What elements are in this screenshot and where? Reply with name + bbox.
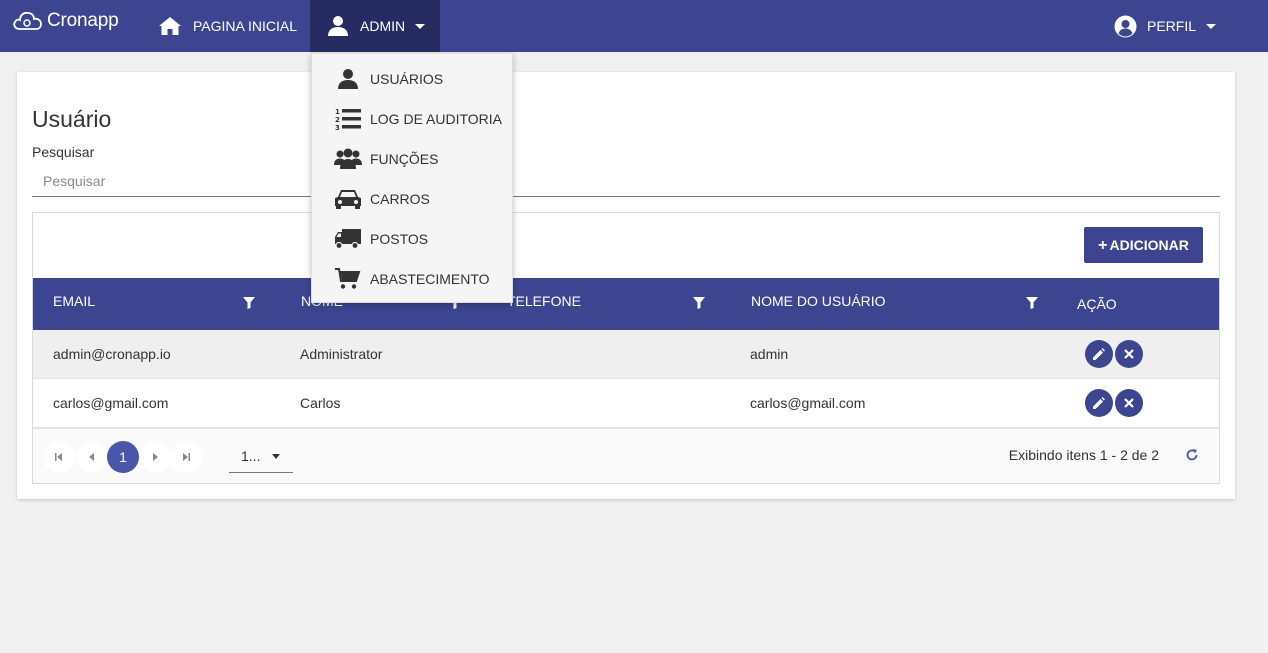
pager-info: Exibindo itens 1 - 2 de 2: [1008, 447, 1159, 463]
last-page-button[interactable]: [170, 441, 202, 473]
cloud-logo-icon: [13, 11, 42, 30]
column-header-usuario[interactable]: NOME DO USUÁRIO: [751, 275, 886, 327]
table-row[interactable]: carlos@gmail.com Carlos carlos@gmail.com: [33, 379, 1219, 428]
edit-button[interactable]: [1085, 340, 1113, 368]
menu-item-funcoes[interactable]: FUNÇÕES: [312, 139, 512, 179]
user-circle-icon: [1114, 15, 1137, 37]
prev-page-icon: [89, 453, 94, 461]
filter-icon[interactable]: [1026, 297, 1038, 309]
nav-profile-label: PERFIL: [1147, 18, 1197, 34]
menu-item-postos[interactable]: POSTOS: [312, 219, 512, 259]
caret-down-icon: [415, 23, 426, 29]
menu-item-abastecimento[interactable]: ABASTECIMENTO: [312, 259, 512, 299]
svg-text:3: 3: [335, 124, 340, 131]
cell-email: admin@cronapp.io: [53, 346, 171, 362]
cell-usuario: carlos@gmail.com: [750, 395, 866, 411]
menu-item-label: POSTOS: [370, 231, 429, 247]
refresh-icon[interactable]: [1185, 448, 1199, 462]
pencil-icon: [1093, 348, 1105, 360]
home-icon: [159, 17, 181, 35]
users-group-icon: [333, 147, 363, 171]
close-icon: [1124, 398, 1134, 408]
truck-icon: [333, 227, 363, 251]
admin-dropdown-menu: USUÁRIOS 1 2 3 LOG DE AUDITORIA FUNÇÕES …: [311, 53, 513, 303]
nav-admin-label: ADMIN: [360, 18, 406, 34]
row-actions: [1085, 379, 1143, 427]
add-button-label: ADICIONAR: [1109, 237, 1189, 253]
menu-item-label: ABASTECIMENTO: [370, 271, 490, 287]
delete-button[interactable]: [1115, 389, 1143, 417]
user-icon: [328, 16, 348, 36]
column-header-email[interactable]: EMAIL: [53, 275, 95, 327]
nav-profile[interactable]: PERFIL: [1114, 0, 1217, 52]
caret-down-icon: [1206, 23, 1217, 29]
page-size-value: 1...: [241, 447, 261, 464]
page-title: Usuário: [32, 106, 112, 132]
car-icon: [333, 187, 363, 211]
page-number-button[interactable]: 1: [107, 441, 139, 473]
menu-item-label: CARROS: [370, 191, 430, 207]
menu-item-log-auditoria[interactable]: 1 2 3 LOG DE AUDITORIA: [312, 99, 512, 139]
prev-page-button[interactable]: [76, 441, 108, 473]
user-icon: [333, 67, 363, 91]
close-icon: [1124, 349, 1134, 359]
menu-item-label: USUÁRIOS: [370, 71, 444, 87]
caret-down-icon: [272, 454, 280, 459]
search-input[interactable]: [32, 166, 1220, 197]
cell-email: carlos@gmail.com: [53, 395, 169, 411]
numbered-list-icon: 1 2 3: [333, 107, 363, 131]
cell-nome: Administrator: [300, 346, 383, 362]
column-header-telefone[interactable]: TELEFONE: [507, 275, 581, 327]
svg-text:2: 2: [335, 116, 340, 124]
svg-text:1: 1: [335, 108, 340, 116]
first-page-icon: [55, 453, 62, 461]
menu-item-usuarios[interactable]: USUÁRIOS: [312, 59, 512, 99]
search-label: Pesquisar: [32, 144, 95, 160]
users-grid: + ADICIONAR EMAIL NOME TELEFONE NOME DO …: [32, 212, 1220, 484]
content-card: Usuário Pesquisar + ADICIONAR EMAIL NOME…: [17, 72, 1235, 499]
top-navbar: Cronapp PAGINA INICIAL ADMIN PERFIL: [0, 0, 1268, 52]
brand-name: Cronapp: [47, 10, 119, 31]
nav-home-label: PAGINA INICIAL: [193, 18, 297, 34]
edit-button[interactable]: [1085, 389, 1113, 417]
menu-item-label: FUNÇÕES: [370, 151, 439, 167]
next-page-button[interactable]: [139, 441, 171, 473]
next-page-icon: [153, 453, 158, 461]
grid-toolbar: + ADICIONAR: [33, 213, 1219, 278]
pencil-icon: [1093, 397, 1105, 409]
cell-usuario: admin: [750, 346, 789, 362]
table-header: EMAIL NOME TELEFONE NOME DO USUÁRIO AÇÃO: [33, 278, 1219, 330]
nav-home[interactable]: PAGINA INICIAL: [158, 0, 297, 52]
cell-nome: Carlos: [300, 395, 341, 411]
menu-item-carros[interactable]: CARROS: [312, 179, 512, 219]
filter-icon[interactable]: [693, 297, 705, 309]
last-page-icon: [183, 453, 190, 461]
brand-logo[interactable]: Cronapp: [12, 10, 119, 32]
plus-icon: +: [1098, 236, 1108, 254]
nav-admin[interactable]: ADMIN: [310, 0, 440, 52]
row-actions: [1085, 330, 1143, 378]
add-button[interactable]: + ADICIONAR: [1084, 227, 1203, 263]
first-page-button[interactable]: [43, 441, 75, 473]
cart-icon: [333, 267, 363, 291]
pager: 1 1... Exibindo itens 1 - 2 de 2: [33, 428, 1219, 483]
table-row[interactable]: admin@cronapp.io Administrator admin: [33, 330, 1219, 379]
column-header-acao: AÇÃO: [1077, 296, 1117, 312]
delete-button[interactable]: [1115, 340, 1143, 368]
filter-icon[interactable]: [243, 297, 255, 309]
page-size-select[interactable]: 1...: [229, 439, 293, 473]
menu-item-label: LOG DE AUDITORIA: [370, 111, 502, 127]
